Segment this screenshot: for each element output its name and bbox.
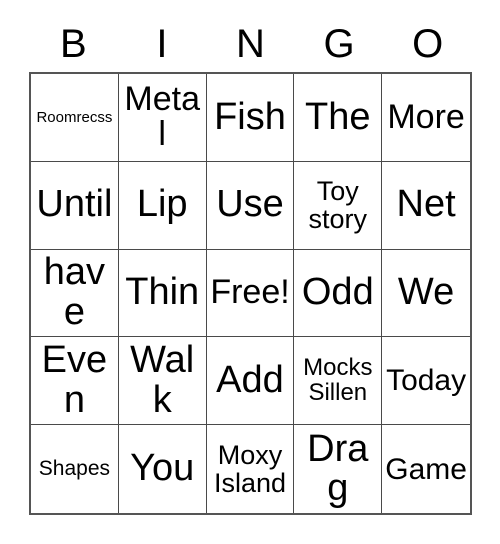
bingo-cell-r3c1[interactable]: have — [31, 249, 119, 338]
bingo-cell-label: Shapes — [38, 457, 111, 481]
bingo-cell-r2c4[interactable]: Toy story — [294, 161, 383, 250]
bingo-cell-label: The — [305, 95, 371, 138]
bingo-cell-free-space[interactable]: Free! — [206, 249, 295, 338]
bingo-cell-r4c3[interactable]: Add — [206, 337, 295, 426]
bingo-header-letter-b: B — [59, 22, 87, 66]
bingo-cell-label: Roomrecss — [36, 108, 113, 126]
bingo-cell-r5c4[interactable]: Drag — [294, 425, 383, 513]
bingo-cell-r4c4[interactable]: Mocks Sillen — [294, 337, 383, 426]
bingo-cell-r5c1[interactable]: Shapes — [31, 425, 119, 513]
bingo-cell-r4c5[interactable]: Today — [382, 337, 470, 426]
bingo-cell-label: Fish — [214, 95, 286, 138]
bingo-cell-label: Lip — [136, 183, 188, 226]
bingo-grid: Roomrecss Metal Fish The More Until Lip … — [29, 72, 472, 515]
bingo-cell-r2c1[interactable]: Until — [31, 161, 119, 250]
bingo-cell-r5c3[interactable]: Moxy Island — [206, 425, 295, 513]
bingo-cell-label: You — [130, 447, 195, 490]
bingo-header-letter-i: I — [156, 22, 168, 66]
bingo-cell-label: Free! — [210, 273, 290, 312]
bingo-cell-label: Today — [386, 364, 467, 398]
bingo-cell-label: Odd — [301, 271, 374, 314]
bingo-cell-label: Add — [216, 359, 284, 402]
bingo-cell-label: We — [397, 271, 455, 314]
bingo-cell-r1c3[interactable]: Fish — [206, 74, 295, 162]
bingo-cell-label: More — [387, 97, 465, 136]
bingo-cell-label: Until — [36, 183, 113, 226]
bingo-cell-label: Game — [385, 452, 467, 486]
bingo-cell-label: Moxy Island — [213, 440, 287, 499]
bingo-cell-r2c3[interactable]: Use — [206, 161, 295, 250]
bingo-cell-label: Even — [41, 339, 108, 421]
bingo-header-letter-n: N — [236, 22, 265, 66]
bingo-cell-label: Mocks Sillen — [303, 353, 373, 406]
bingo-cell-r1c2[interactable]: Metal — [118, 74, 207, 162]
bingo-cell-label: Walk — [130, 339, 195, 421]
bingo-cell-r1c4[interactable]: The — [294, 74, 383, 162]
bingo-cell-label: Net — [396, 183, 456, 226]
bingo-cell-label: Drag — [307, 427, 369, 510]
bingo-cell-r5c2[interactable]: You — [118, 425, 207, 513]
bingo-cell-label: Toy story — [308, 176, 368, 235]
bingo-cell-r3c5[interactable]: We — [382, 249, 470, 338]
bingo-cell-r5c5[interactable]: Game — [382, 425, 470, 513]
bingo-header-letter-o: O — [412, 22, 444, 66]
bingo-cell-r2c5[interactable]: Net — [382, 161, 470, 250]
bingo-cell-r1c1[interactable]: Roomrecss — [31, 74, 119, 162]
bingo-cell-label: Metal — [124, 80, 200, 154]
bingo-cell-r1c5[interactable]: More — [382, 74, 470, 162]
bingo-header-row: B I N G O — [29, 16, 472, 72]
bingo-header-letter-g: G — [323, 22, 355, 66]
bingo-cell-r4c1[interactable]: Even — [31, 337, 119, 426]
bingo-card: B I N G O Roomrecss Metal Fish The More … — [0, 0, 500, 544]
bingo-cell-label: have — [43, 251, 106, 333]
bingo-cell-label: Thin — [125, 271, 200, 314]
bingo-cell-r3c2[interactable]: Thin — [118, 249, 207, 338]
bingo-cell-r2c2[interactable]: Lip — [118, 161, 207, 250]
bingo-cell-r4c2[interactable]: Walk — [118, 337, 207, 426]
bingo-cell-label: Use — [216, 183, 284, 226]
bingo-cell-r3c4[interactable]: Odd — [294, 249, 383, 338]
